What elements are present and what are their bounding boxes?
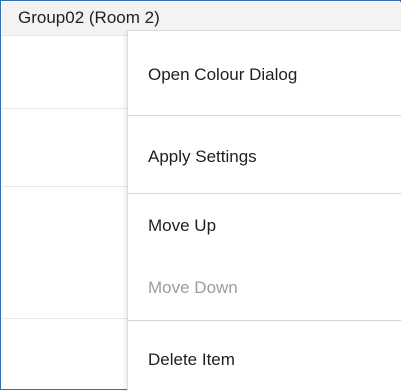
row-divider	[2, 186, 129, 187]
menu-item-apply-settings[interactable]: Apply Settings	[128, 128, 401, 186]
row-divider	[2, 108, 129, 109]
menu-separator	[128, 115, 401, 116]
menu-item-move-up[interactable]: Move Up	[128, 197, 401, 255]
context-menu: Open Colour Dialog Apply Settings Move U…	[127, 30, 401, 391]
menu-item-open-colour-dialog[interactable]: Open Colour Dialog	[128, 46, 401, 104]
group-title: Group02 (Room 2)	[18, 8, 160, 27]
menu-separator	[128, 320, 401, 321]
menu-item-move-down: Move Down	[148, 278, 238, 297]
menu-item-delete-item[interactable]: Delete Item	[128, 331, 401, 389]
row-divider	[2, 318, 129, 319]
menu-separator	[128, 193, 401, 194]
